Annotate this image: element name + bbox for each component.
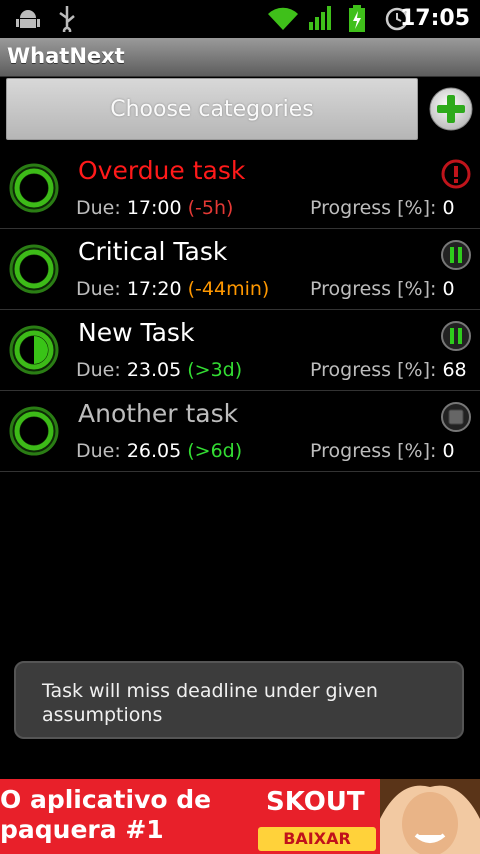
task-progress-icon	[9, 406, 59, 456]
add-task-button[interactable]	[429, 87, 473, 131]
task-due: Due: 23.05 (>3d)	[76, 359, 242, 381]
task-progress: Progress [%]: 68	[310, 359, 467, 381]
progress-value: 68	[442, 359, 467, 381]
app-title: WhatNext	[7, 44, 125, 68]
due-delta: (-5h)	[187, 197, 234, 219]
battery-charging-icon	[349, 5, 365, 32]
task-title: Critical Task	[78, 237, 228, 266]
pause-icon[interactable]	[440, 239, 472, 271]
progress-value: 0	[442, 197, 455, 219]
due-value: 17:00	[126, 197, 182, 219]
due-delta: (>3d)	[187, 359, 243, 381]
due-label: Due:	[76, 359, 121, 381]
wifi-icon	[268, 7, 298, 31]
task-row[interactable]: Overdue task Due: 17:00 (-5h) Progress [%]…	[0, 148, 480, 229]
ad-text: O aplicativo de paquera #1	[0, 785, 212, 844]
progress-value: 0	[442, 278, 455, 300]
app-title-bar: WhatNext	[0, 38, 480, 77]
progress-label: Progress [%]:	[310, 278, 437, 300]
task-row[interactable]: Another task Due: 26.05 (>6d) Progress [%]…	[0, 391, 480, 472]
ad-photo	[380, 779, 480, 854]
status-time: 17:05	[399, 6, 470, 31]
due-delta: (-44min)	[187, 278, 270, 300]
task-row[interactable]: Critical Task Due: 17:20 (-44min) Progress…	[0, 229, 480, 310]
ad-brand-logo: SKOUT	[266, 787, 365, 817]
task-row[interactable]: New Task Due: 23.05 (>3d) Progress [%]: 68	[0, 310, 480, 391]
ad-cta-button[interactable]: BAIXAR	[258, 827, 376, 851]
due-label: Due:	[76, 278, 121, 300]
task-due: Due: 17:00 (-5h)	[76, 197, 233, 219]
due-delta: (>6d)	[187, 440, 243, 462]
task-progress-icon	[9, 163, 59, 213]
task-due: Due: 17:20 (-44min)	[76, 278, 269, 300]
progress-label: Progress [%]:	[310, 440, 437, 462]
task-due: Due: 26.05 (>6d)	[76, 440, 242, 462]
usb-icon	[59, 6, 75, 32]
toast-message: Task will miss deadline under given assu…	[14, 661, 464, 739]
stop-icon[interactable]	[440, 401, 472, 433]
due-value: 17:20	[126, 278, 182, 300]
due-label: Due:	[76, 197, 121, 219]
task-progress-icon	[9, 244, 59, 294]
choose-categories-button[interactable]: Choose categories	[6, 78, 418, 140]
progress-label: Progress [%]:	[310, 197, 437, 219]
task-title: Another task	[78, 399, 239, 428]
pause-icon[interactable]	[440, 320, 472, 352]
android-debug-icon	[16, 10, 40, 28]
task-title: New Task	[78, 318, 195, 347]
task-title: Overdue task	[78, 156, 246, 185]
ad-banner[interactable]: O aplicativo de paquera #1 SKOUT BAIXAR	[0, 779, 480, 854]
due-value: 26.05	[126, 440, 182, 462]
due-value: 23.05	[126, 359, 182, 381]
status-bar: 17:05	[0, 0, 480, 38]
task-progress: Progress [%]: 0	[310, 197, 455, 219]
alert-icon[interactable]	[440, 158, 472, 190]
task-progress-icon	[9, 325, 59, 375]
task-progress: Progress [%]: 0	[310, 278, 455, 300]
progress-label: Progress [%]:	[310, 359, 437, 381]
progress-value: 0	[442, 440, 455, 462]
signal-icon	[309, 6, 331, 30]
task-progress: Progress [%]: 0	[310, 440, 455, 462]
due-label: Due:	[76, 440, 121, 462]
